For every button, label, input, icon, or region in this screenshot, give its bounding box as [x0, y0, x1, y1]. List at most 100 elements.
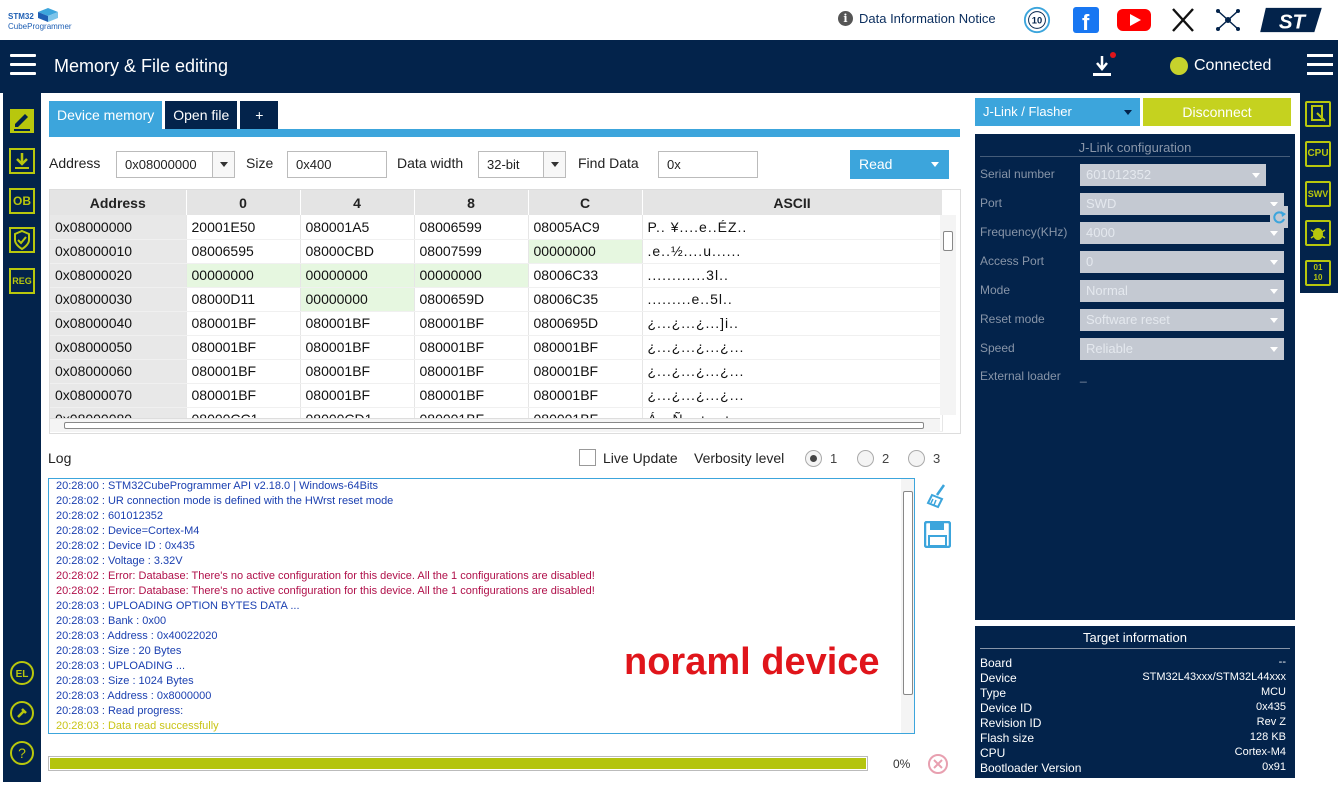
data-cell[interactable]: 08006C33 — [528, 263, 643, 288]
data-width-dropdown[interactable]: 32-bit — [478, 151, 566, 178]
data-cell[interactable]: 080001BF — [300, 335, 415, 360]
disconnect-button[interactable]: Disconnect — [1143, 98, 1291, 126]
ascii-cell[interactable]: ............3l.. — [642, 263, 943, 288]
address-cell[interactable]: 0x08000000 — [50, 215, 187, 240]
table-row[interactable]: 0x08000060 080001BF 080001BF 080001BF 080001… — [50, 359, 943, 384]
live-update-checkbox[interactable]: Live Update — [579, 449, 678, 466]
verbosity-radio-3[interactable]: 3 — [908, 450, 940, 467]
data-cell[interactable]: 080001BF — [414, 311, 529, 336]
config-dropdown[interactable]: Normal — [1080, 280, 1284, 302]
tab-device-memory[interactable]: Device memory — [49, 101, 163, 129]
data-cell[interactable]: 08005AC9 — [528, 215, 643, 240]
log-scrollbar[interactable] — [901, 479, 914, 733]
clear-log-broom-icon[interactable] — [924, 483, 950, 509]
memory-horizontal-scrollbar[interactable] — [50, 418, 940, 432]
data-cell[interactable]: 00000000 — [300, 263, 415, 288]
address-dropdown[interactable]: 0x08000000 — [116, 151, 235, 178]
anniversary-badge-icon[interactable]: 10 — [1022, 6, 1052, 34]
data-cell[interactable]: 20001E50 — [186, 215, 301, 240]
address-cell[interactable]: 0x08000010 — [50, 239, 187, 264]
address-cell[interactable]: 0x08000070 — [50, 383, 187, 408]
facebook-icon[interactable]: f — [1073, 6, 1099, 34]
table-row[interactable]: 0x08000000 20001E50 080001A5 08006599 08005A… — [50, 215, 943, 240]
config-dropdown[interactable]: Software reset — [1080, 309, 1284, 331]
table-row[interactable]: 0x08000020 00000000 00000000 00000000 08006C… — [50, 263, 943, 288]
ascii-cell[interactable]: ¿...¿...¿...¿... — [642, 359, 943, 384]
data-cell[interactable]: 00000000 — [300, 287, 415, 312]
plugin-icon[interactable] — [9, 700, 35, 726]
config-dropdown[interactable]: SWD — [1080, 193, 1284, 215]
table-row[interactable]: 0x08000070 080001BF 080001BF 080001BF 080001… — [50, 383, 943, 408]
data-cell[interactable]: 080001BF — [414, 359, 529, 384]
config-dropdown[interactable]: 0 — [1080, 251, 1284, 273]
config-dropdown[interactable]: 4000 — [1080, 222, 1284, 244]
target-config-icon[interactable] — [1305, 101, 1331, 127]
data-cell[interactable]: 080001A5 — [300, 215, 415, 240]
data-cell[interactable]: 080001BF — [414, 383, 529, 408]
data-cell[interactable]: 00000000 — [528, 239, 643, 264]
data-cell[interactable]: 08006595 — [186, 239, 301, 264]
find-data-input[interactable]: 0x — [658, 151, 758, 178]
binary-data-icon[interactable]: 01 10 — [1305, 260, 1331, 286]
data-cell[interactable]: 00000000 — [186, 263, 301, 288]
data-cell[interactable]: 08007599 — [414, 239, 529, 264]
read-button[interactable]: Read — [850, 150, 949, 179]
community-network-icon[interactable] — [1214, 6, 1242, 34]
address-cell[interactable]: 0x08000030 — [50, 287, 187, 312]
bug-debug-icon[interactable] — [1305, 220, 1331, 246]
option-bytes-icon[interactable]: OB — [9, 188, 35, 214]
table-row[interactable]: 0x08000050 080001BF 080001BF 080001BF 080001… — [50, 335, 943, 360]
ascii-cell[interactable]: P.. ¥....e..ÉZ.. — [642, 215, 943, 240]
erase-programming-icon[interactable] — [9, 148, 35, 174]
data-cell[interactable]: 08000CBD — [300, 239, 415, 264]
data-cell[interactable]: 080001BF — [528, 383, 643, 408]
address-cell[interactable]: 0x08000050 — [50, 335, 187, 360]
data-cell[interactable]: 080001BF — [186, 359, 301, 384]
data-cell[interactable]: 080001BF — [300, 383, 415, 408]
data-cell[interactable]: 08006C35 — [528, 287, 643, 312]
ascii-cell[interactable]: .e..½....u...... — [642, 239, 943, 264]
right-menu-hamburger-icon[interactable] — [1307, 54, 1333, 76]
security-shield-icon[interactable] — [9, 227, 35, 253]
ascii-cell[interactable]: ¿...¿...¿...¿... — [642, 383, 943, 408]
download-icon[interactable] — [1090, 52, 1118, 82]
ascii-cell[interactable]: ¿...¿...¿...]i.. — [642, 311, 943, 336]
address-cell[interactable]: 0x08000040 — [50, 311, 187, 336]
data-cell[interactable]: 080001BF — [300, 359, 415, 384]
data-cell[interactable]: 080001BF — [528, 359, 643, 384]
left-menu-hamburger-icon[interactable] — [10, 54, 36, 76]
data-cell[interactable]: 0800659D — [414, 287, 529, 312]
cpu-icon[interactable]: CPU — [1305, 141, 1331, 167]
table-row[interactable]: 0x08000030 08000D11 00000000 0800659D 08006C… — [50, 287, 943, 312]
config-dropdown[interactable]: 601012352 — [1080, 164, 1266, 186]
x-twitter-icon[interactable] — [1171, 6, 1195, 34]
data-cell[interactable]: 080001BF — [186, 383, 301, 408]
data-information-notice-link[interactable]: i Data Information Notice — [838, 11, 996, 26]
data-cell[interactable]: 080001BF — [528, 335, 643, 360]
data-cell[interactable]: 08000D11 — [186, 287, 301, 312]
swv-icon[interactable]: SWV — [1305, 181, 1331, 207]
save-log-icon[interactable] — [924, 521, 951, 548]
data-cell[interactable]: 080001BF — [414, 335, 529, 360]
data-cell[interactable]: 080001BF — [186, 335, 301, 360]
registers-icon[interactable]: REG — [9, 268, 35, 294]
config-dropdown[interactable]: Reliable — [1080, 338, 1284, 360]
cancel-operation-icon[interactable] — [927, 753, 949, 775]
data-cell[interactable]: 080001BF — [300, 311, 415, 336]
data-cell[interactable]: 0800695D — [528, 311, 643, 336]
data-cell[interactable]: 00000000 — [414, 263, 529, 288]
data-cell[interactable]: 08006599 — [414, 215, 529, 240]
interface-dropdown[interactable]: J-Link / Flasher — [975, 98, 1140, 126]
log-console[interactable]: 20:28:00 : STM32CubeProgrammer API v2.18… — [48, 478, 915, 734]
tab-add[interactable]: + — [240, 101, 279, 129]
memory-vertical-scrollbar[interactable] — [940, 215, 956, 415]
table-row[interactable]: 0x08000040 080001BF 080001BF 080001BF 080069… — [50, 311, 943, 336]
data-cell[interactable]: 080001BF — [186, 311, 301, 336]
table-row[interactable]: 0x08000010 08006595 08000CBD 08007599 000000… — [50, 239, 943, 264]
refresh-icon[interactable] — [1270, 206, 1288, 228]
ascii-cell[interactable]: ¿...¿...¿...¿... — [642, 335, 943, 360]
verbosity-radio-2[interactable]: 2 — [857, 450, 889, 467]
address-cell[interactable]: 0x08000060 — [50, 359, 187, 384]
address-cell[interactable]: 0x08000020 — [50, 263, 187, 288]
ascii-cell[interactable]: .........e..5l.. — [642, 287, 943, 312]
